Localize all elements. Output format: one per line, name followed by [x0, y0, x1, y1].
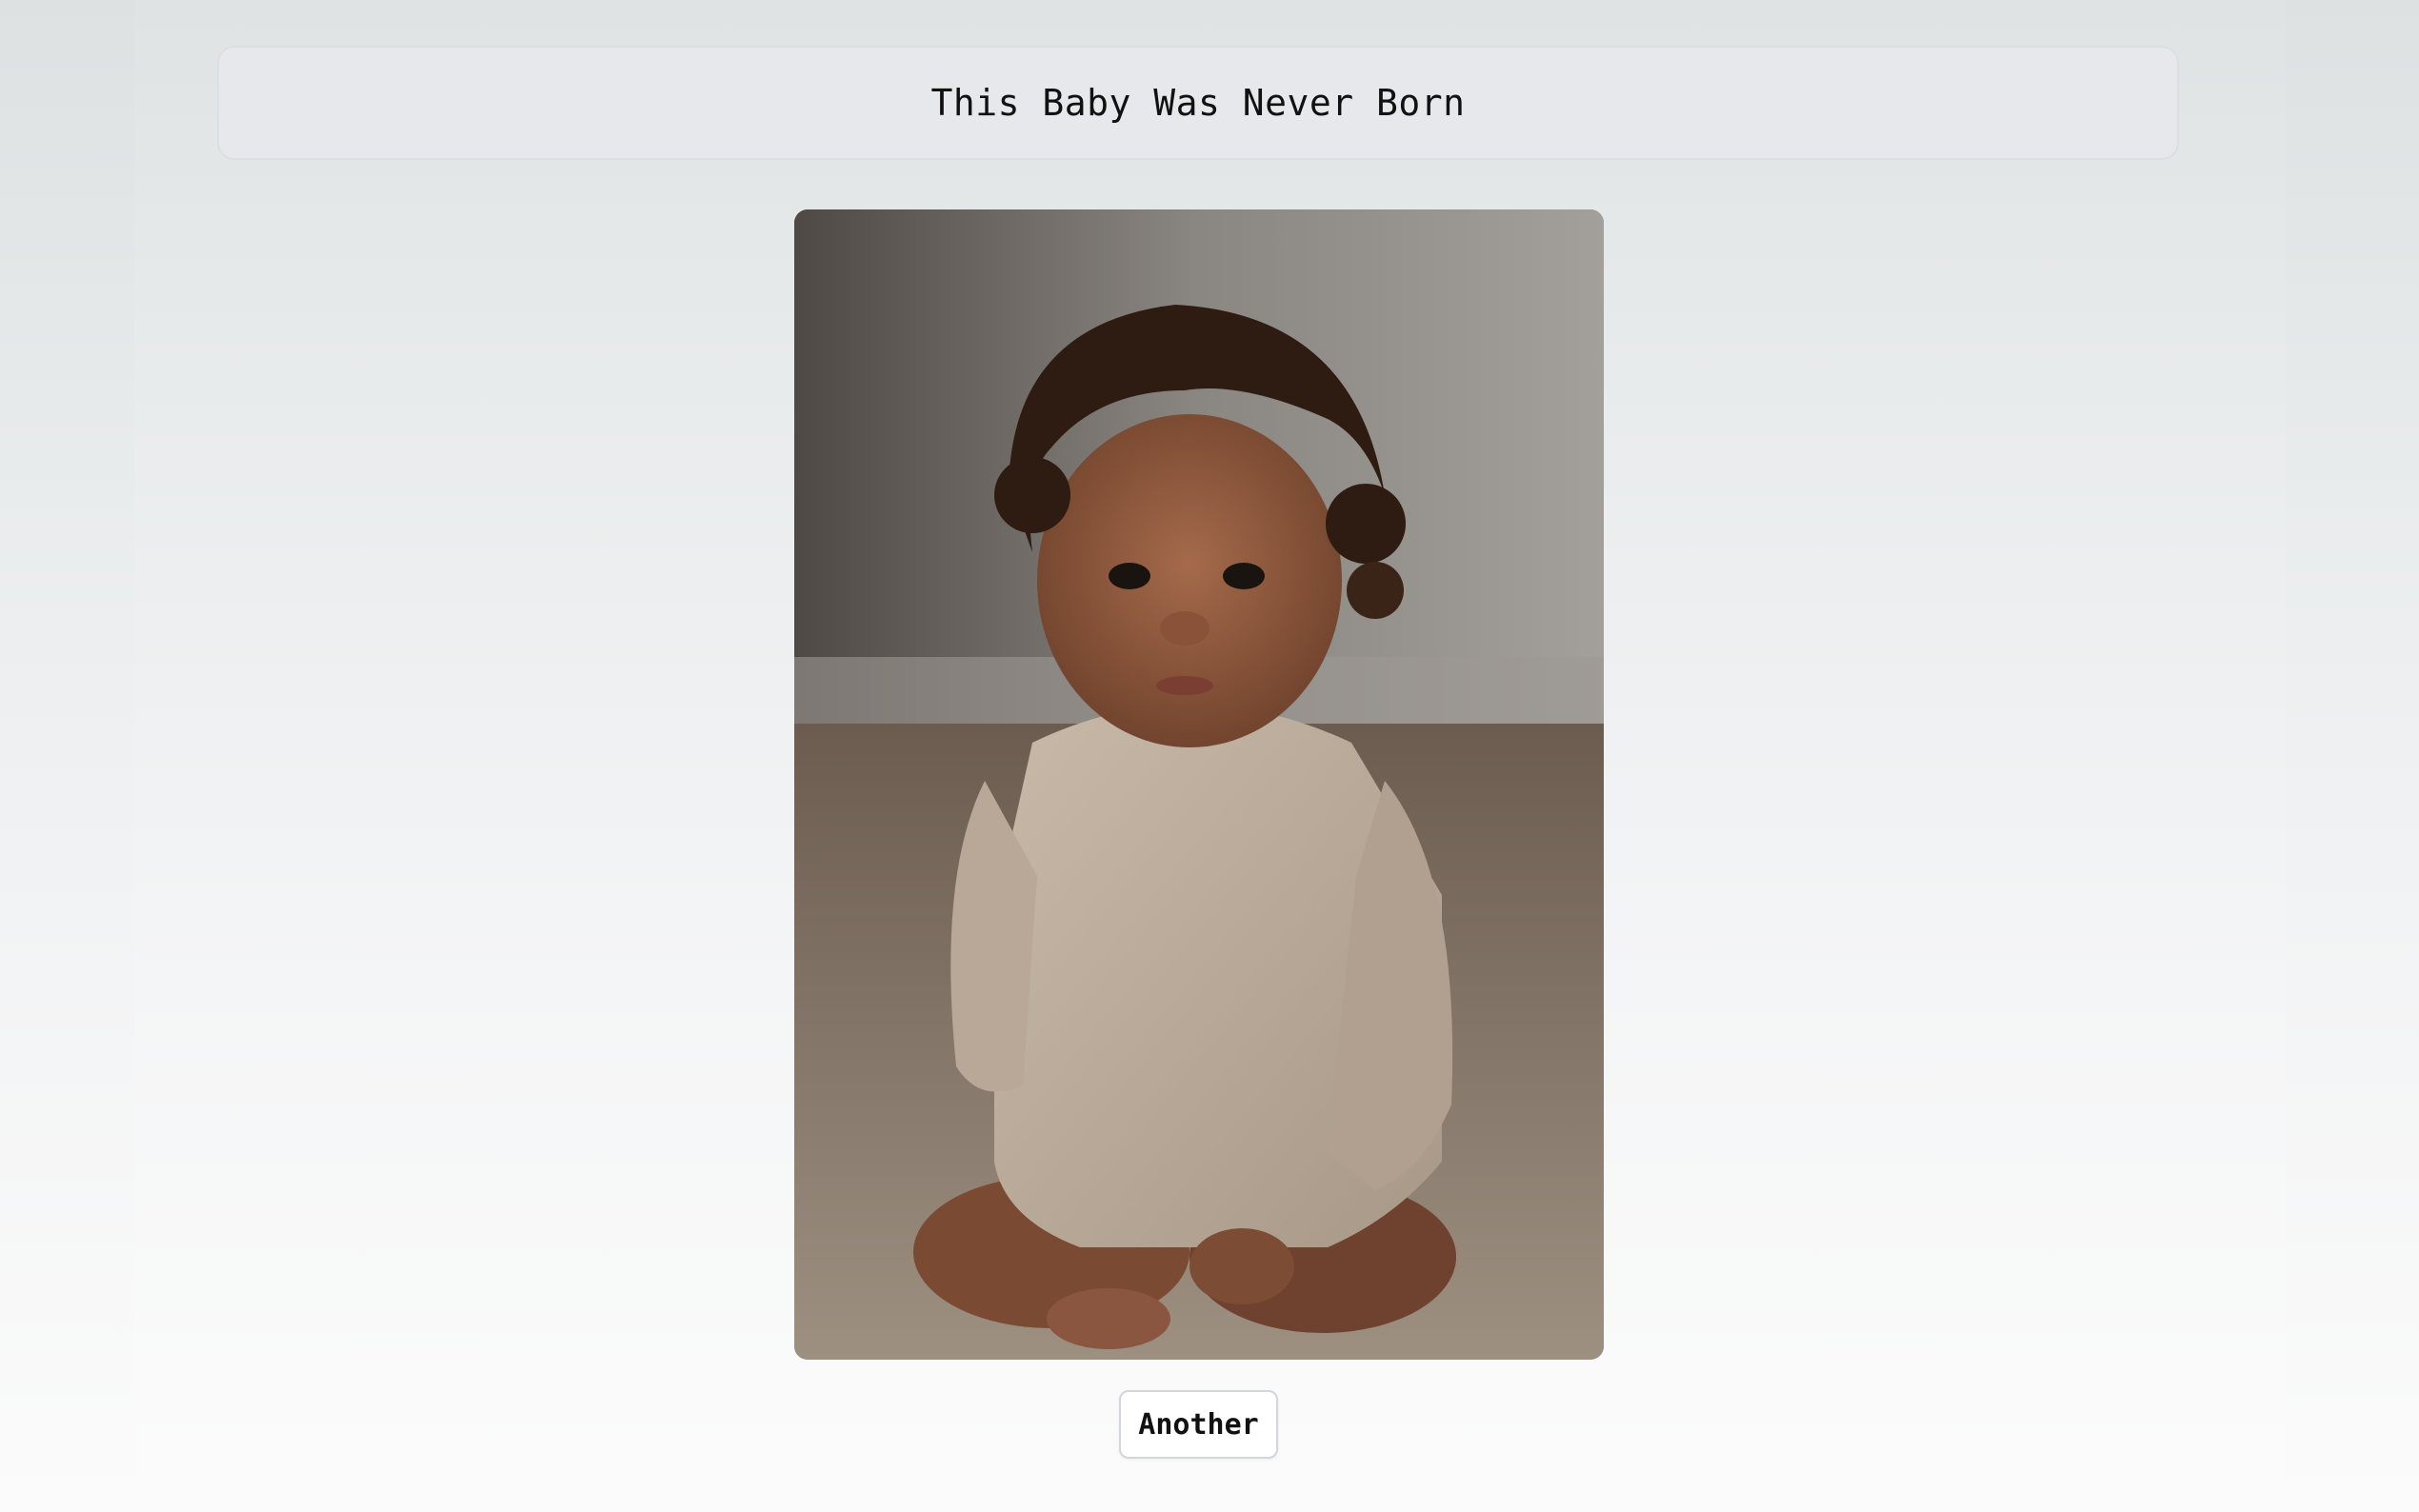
another-button[interactable]: Another: [1119, 1390, 1278, 1459]
baby-illustration: [794, 209, 1604, 1360]
page-title: This Baby Was Never Born: [930, 82, 1466, 124]
title-bar: This Baby Was Never Born: [217, 46, 2179, 160]
baby-photo: [794, 209, 1604, 1360]
